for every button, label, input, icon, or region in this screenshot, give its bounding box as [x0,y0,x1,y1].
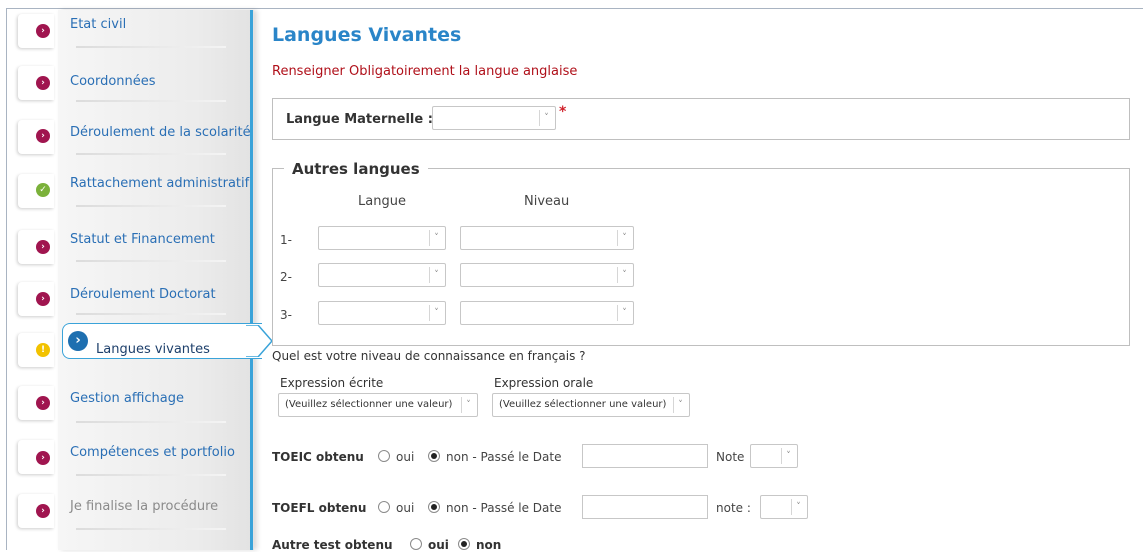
chevron-down-icon: ˅ [429,230,443,246]
toeic-oui-radio[interactable] [378,450,390,462]
column-header-niveau: Niveau [524,194,570,209]
toefl-oui-label: oui [396,501,415,515]
toeic-date-input[interactable] [582,444,708,468]
toefl-date-input[interactable] [582,495,708,519]
page-title: Langues Vivantes [272,24,462,46]
toefl-label: TOEFL obtenu [272,501,367,515]
chevron-down-icon: ˅ [673,397,687,413]
oral-expression-label: Expression orale [494,376,594,390]
french-level-question: Quel est votre niveau de connaissance en… [272,349,586,363]
sidebar-item-competences[interactable]: Compétences et portfolio [70,445,235,460]
written-expression-label: Expression écrite [280,376,384,390]
column-header-langue: Langue [358,194,406,209]
chevron-down-icon: ˅ [617,267,631,283]
check-icon: ✓ [36,183,50,197]
row-index: 3- [280,308,292,322]
chevron-right-icon: › [36,76,50,90]
chevron-down-icon: ˅ [617,305,631,321]
warning-icon: ! [36,343,50,357]
sidebar-border [250,358,253,550]
toefl-note-select[interactable]: ˅ [760,495,808,519]
chevron-down-icon: ˅ [429,305,443,321]
toeic-non-label: non - Passé le Date [446,450,562,464]
level-select-1[interactable]: ˅ [460,226,634,250]
sidebar-item-rattachement[interactable]: Rattachement administratif [70,176,249,191]
toefl-note-label: note : [716,501,751,515]
chevron-right-icon: › [36,396,50,410]
oral-expression-select[interactable]: (Veuillez sélectionner une valeur) ˅ [492,393,690,417]
sidebar-item-gestion-affichage[interactable]: Gestion affichage [70,391,184,406]
sidebar-item-finalise[interactable]: Je finalise la procédure [70,499,218,514]
divider [76,153,226,155]
other-test-non-radio[interactable] [458,538,470,550]
level-select-3[interactable]: ˅ [460,301,634,325]
chevron-down-icon: ˅ [539,110,553,126]
chevron-down-icon: ˅ [617,230,631,246]
other-languages-legend: Autres langues [284,160,428,178]
divider [76,205,226,207]
sidebar-rail [58,10,254,550]
chevron-down-icon: ˅ [429,267,443,283]
toeic-oui-label: oui [396,450,415,464]
sidebar-item-etat-civil[interactable]: Etat civil [70,17,126,32]
divider [76,260,226,262]
required-notice: Renseigner Obligatoirement la langue ang… [272,64,578,79]
row-index: 1- [280,233,292,247]
divider [76,421,226,423]
sidebar-item-coordonnees[interactable]: Coordonnées [70,74,156,89]
written-expression-select[interactable]: (Veuillez sélectionner une valeur) ˅ [278,393,478,417]
chevron-down-icon: ˅ [461,397,475,413]
chevron-right-icon: › [36,292,50,306]
toeic-note-select[interactable]: ˅ [750,444,798,468]
toeic-label: TOEIC obtenu [272,450,364,464]
sidebar-border [250,10,253,324]
mother-tongue-select[interactable]: ˅ [432,106,556,130]
toefl-oui-radio[interactable] [378,501,390,513]
chevron-down-icon: ˅ [781,448,795,464]
mother-tongue-label: Langue Maternelle : [286,112,433,127]
sidebar-item-statut-financement[interactable]: Statut et Financement [70,232,215,247]
divider [76,313,226,315]
main-content: Langues Vivantes Renseigner Obligatoirem… [260,10,1140,552]
divider [76,100,226,102]
row-index: 2- [280,270,292,284]
toefl-non-radio[interactable] [428,501,440,513]
chevron-right-icon: › [36,504,50,518]
divider [76,474,226,476]
sidebar-item-deroulement-scolarite[interactable]: Déroulement de la scolarité [70,125,251,140]
toeic-non-radio[interactable] [428,450,440,462]
language-select-3[interactable]: ˅ [318,301,446,325]
chevron-right-icon: › [36,240,50,254]
toefl-non-label: non - Passé le Date [446,501,562,515]
language-select-1[interactable]: ˅ [318,226,446,250]
toeic-note-label: Note [716,450,745,464]
language-select-2[interactable]: ˅ [318,263,446,287]
required-star: * [559,104,567,120]
sidebar-item-label[interactable]: Langues vivantes [96,342,210,357]
chevron-down-icon: ˅ [791,499,805,515]
level-select-2[interactable]: ˅ [460,263,634,287]
divider [76,46,226,48]
chevron-right-icon: › [36,129,50,143]
chevron-right-icon: › [68,331,88,351]
chevron-right-icon: › [36,24,50,38]
other-test-oui-radio[interactable] [410,538,422,550]
chevron-right-icon: › [36,451,50,465]
divider [76,528,226,530]
sidebar-item-deroulement-doctorat[interactable]: Déroulement Doctorat [70,287,216,302]
